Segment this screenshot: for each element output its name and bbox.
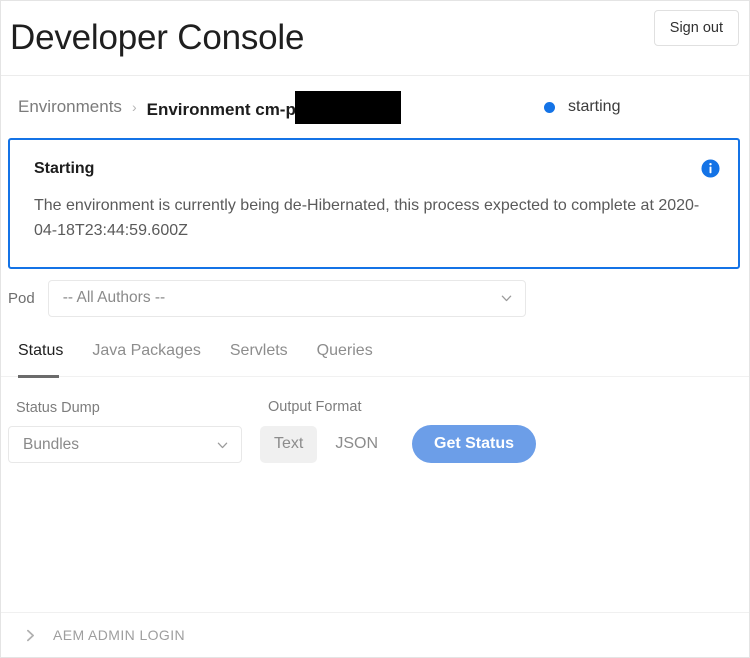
breadcrumb-separator-icon: › bbox=[132, 100, 137, 114]
breadcrumb-current-environment: Environment cm-p bbox=[147, 91, 401, 124]
status-dump-label: Status Dump bbox=[8, 400, 242, 416]
info-circle-icon bbox=[701, 159, 720, 178]
aem-admin-login-section[interactable]: AEM ADMIN LOGIN bbox=[1, 612, 749, 657]
app-header: Developer Console Sign out bbox=[1, 1, 749, 76]
chevron-right-icon bbox=[24, 629, 37, 642]
status-dot-icon bbox=[544, 102, 555, 113]
tab-status[interactable]: Status bbox=[18, 342, 63, 362]
status-dump-value: Bundles bbox=[23, 436, 79, 454]
developer-console-page: Developer Console Sign out Environments … bbox=[0, 0, 750, 658]
page-title: Developer Console bbox=[10, 20, 304, 55]
chevron-down-icon bbox=[501, 293, 512, 304]
output-format-json-button[interactable]: JSON bbox=[321, 426, 392, 463]
breadcrumb-item-environments[interactable]: Environments bbox=[18, 97, 122, 117]
sign-out-button[interactable]: Sign out bbox=[654, 10, 739, 46]
pod-select-value: -- All Authors -- bbox=[63, 289, 166, 307]
aem-admin-login-label: AEM ADMIN LOGIN bbox=[53, 627, 185, 643]
status-dump-group: Status Dump Bundles bbox=[8, 400, 242, 463]
tab-java-packages[interactable]: Java Packages bbox=[92, 342, 201, 362]
pod-selector-row: Pod -- All Authors -- bbox=[1, 269, 749, 327]
pod-select[interactable]: -- All Authors -- bbox=[48, 280, 526, 317]
status-badge: starting bbox=[568, 98, 620, 116]
output-format-group: Output Format Text JSON Get Status bbox=[260, 399, 536, 463]
output-format-text-button[interactable]: Text bbox=[260, 426, 317, 463]
redaction-block bbox=[295, 91, 401, 124]
breadcrumb-current-label: Environment cm-p bbox=[147, 100, 296, 119]
status-controls: Status Dump Bundles Output Format Text J… bbox=[1, 377, 749, 463]
pod-label: Pod bbox=[8, 290, 35, 307]
tab-servlets[interactable]: Servlets bbox=[230, 342, 288, 362]
breadcrumb: Environments › Environment cm-p starting bbox=[1, 76, 749, 138]
banner-title: Starting bbox=[34, 160, 716, 178]
tab-queries[interactable]: Queries bbox=[317, 342, 373, 362]
tab-bar: Status Java Packages Servlets Queries bbox=[1, 327, 749, 377]
get-status-button[interactable]: Get Status bbox=[412, 425, 536, 463]
environment-status: starting bbox=[544, 76, 620, 138]
output-format-toggle: Text JSON Get Status bbox=[260, 425, 536, 463]
status-dump-select[interactable]: Bundles bbox=[8, 426, 242, 463]
banner-message: The environment is currently being de-Hi… bbox=[34, 194, 702, 244]
output-format-label: Output Format bbox=[260, 399, 536, 415]
status-banner: Starting The environment is currently be… bbox=[8, 138, 740, 269]
chevron-down-icon bbox=[217, 440, 228, 451]
